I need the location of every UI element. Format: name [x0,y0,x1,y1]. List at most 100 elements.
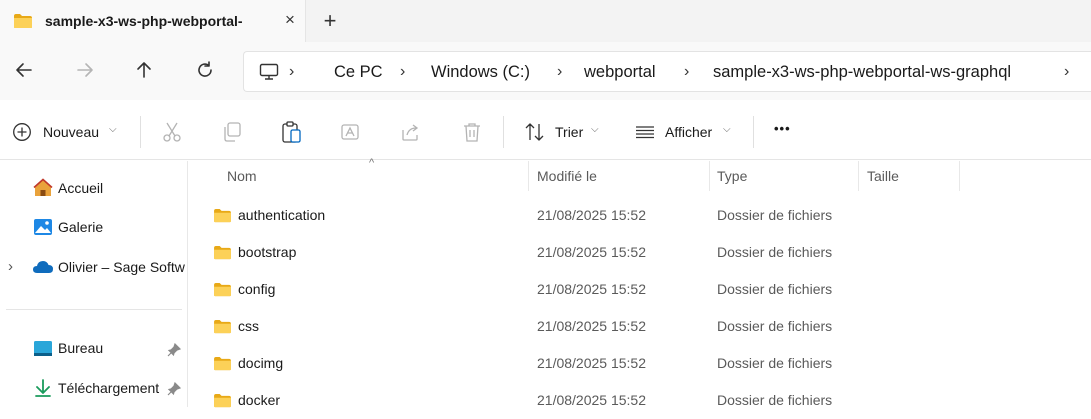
nav-item-onedrive[interactable]: › Olivier – Sage Softw [0,253,187,283]
nav-label: Accueil [58,180,104,196]
column-divider[interactable] [709,161,710,191]
folder-icon [214,356,231,371]
breadcrumb-item-drive[interactable]: Windows (C:) [431,63,530,82]
view-label: Afficher [665,124,713,140]
more-options-button[interactable]: ••• [774,121,791,136]
folder-icon [214,208,231,223]
arrow-right-icon [77,63,93,77]
plus-circle-icon [13,123,31,141]
file-type: Dossier de fichiers [717,355,833,371]
breadcrumb-chevron-icon: › [400,63,406,80]
pin-icon[interactable] [167,343,181,357]
file-type: Dossier de fichiers [717,392,833,408]
column-divider[interactable] [858,161,859,191]
home-icon [33,178,53,196]
file-modified: 21/08/2025 15:52 [537,244,646,260]
sort-button[interactable]: Trier ⌵ [515,100,610,160]
chevron-right-icon[interactable]: › [8,258,13,275]
nav-item-telechargement[interactable]: Téléchargement [0,374,187,404]
breadcrumb-item-webportal[interactable]: webportal [584,63,656,82]
up-button[interactable] [132,60,156,84]
onedrive-icon [33,261,53,273]
file-row[interactable]: authentication 21/08/2025 15:52 Dossier … [188,198,1091,234]
file-row[interactable]: docimg 21/08/2025 15:52 Dossier de fichi… [188,346,1091,382]
back-button[interactable] [12,60,36,84]
file-modified: 21/08/2025 15:52 [537,392,646,408]
sort-icon [525,123,544,141]
column-header-type[interactable]: Type [717,168,747,184]
list-view-icon [636,126,654,139]
folder-icon [214,245,231,260]
view-button[interactable]: Afficher ⌵ [625,100,745,160]
nav-item-galerie[interactable]: Galerie [0,213,187,243]
clipboard-icon [282,121,301,143]
column-header-modified[interactable]: Modifié le [537,168,597,184]
nav-label: Téléchargement [58,380,160,396]
scissors-icon [163,122,181,142]
column-header-name[interactable]: Nom [227,168,257,184]
download-icon [35,379,51,397]
refresh-icon [198,61,212,77]
nav-item-accueil[interactable]: Accueil [0,174,187,204]
command-bar: Nouveau ⌵ Trier ⌵ Afficher ⌵ ••• [0,100,1091,160]
folder-icon [214,393,231,408]
forward-button[interactable] [73,60,97,84]
file-name: css [238,318,259,334]
nav-item-bureau[interactable]: Bureau [0,334,187,364]
chevron-down-icon: ⌵ [723,124,731,135]
nav-label: Galerie [58,219,104,235]
navigation-pane: Accueil Galerie › Olivier – Sage Softw B… [0,161,188,407]
new-button[interactable]: Nouveau ⌵ [0,100,130,160]
tab-strip: sample-x3-ws-php-webportal- × + [0,0,1091,42]
file-modified: 21/08/2025 15:52 [537,207,646,223]
breadcrumb-chevron-icon: › [289,63,295,80]
breadcrumb-item-pc[interactable]: Ce PC [334,63,383,82]
file-row[interactable]: config 21/08/2025 15:52 Dossier de fichi… [188,272,1091,308]
chevron-down-icon: ⌵ [109,124,117,135]
close-tab-button[interactable]: × [280,10,300,30]
cut-button[interactable] [161,121,183,148]
column-header-size[interactable]: Taille [867,168,899,184]
nav-divider [6,309,182,310]
paste-button[interactable] [280,120,302,149]
divider [140,116,141,148]
divider [503,116,504,148]
breadcrumb-item-current[interactable]: sample-x3-ws-php-webportal-ws-graphql [713,63,1011,82]
file-type: Dossier de fichiers [717,281,833,297]
desktop-icon [34,341,52,356]
sort-label: Trier [555,124,584,140]
file-row[interactable]: docker 21/08/2025 15:52 Dossier de fichi… [188,383,1091,419]
column-divider[interactable] [528,161,529,191]
rename-button[interactable] [340,121,362,148]
tab-title: sample-x3-ws-php-webportal- [45,13,243,29]
share-button[interactable] [400,121,422,148]
file-modified: 21/08/2025 15:52 [537,355,646,371]
trash-icon [464,123,480,142]
pin-icon[interactable] [167,382,181,396]
file-list: ^ Nom Modifié le Type Taille authenticat… [188,157,1091,408]
file-modified: 21/08/2025 15:52 [537,281,646,297]
delete-button[interactable] [461,121,483,148]
sort-ascending-icon: ^ [369,157,375,169]
file-type: Dossier de fichiers [717,207,833,223]
copy-button[interactable] [221,121,243,148]
nav-label: Olivier – Sage Softw [58,259,185,275]
divider [753,116,754,148]
file-name: authentication [238,207,326,223]
pc-icon [259,63,279,80]
new-tab-button[interactable]: + [318,10,342,34]
file-row[interactable]: css 21/08/2025 15:52 Dossier de fichiers [188,309,1091,345]
copy-icon [224,122,241,142]
file-type: Dossier de fichiers [717,318,833,334]
file-row[interactable]: bootstrap 21/08/2025 15:52 Dossier de fi… [188,235,1091,271]
folder-icon [214,282,231,297]
breadcrumb-chevron-icon: › [1064,63,1070,80]
address-bar[interactable]: › Ce PC › Windows (C:) › webportal › sam… [243,51,1091,92]
tab-active[interactable]: sample-x3-ws-php-webportal- × [0,0,306,42]
file-modified: 21/08/2025 15:52 [537,318,646,334]
file-type: Dossier de fichiers [717,244,833,260]
refresh-button[interactable] [193,60,217,84]
column-divider[interactable] [959,161,960,191]
address-row: › Ce PC › Windows (C:) › webportal › sam… [0,42,1091,100]
chevron-down-icon: ⌵ [591,124,599,135]
